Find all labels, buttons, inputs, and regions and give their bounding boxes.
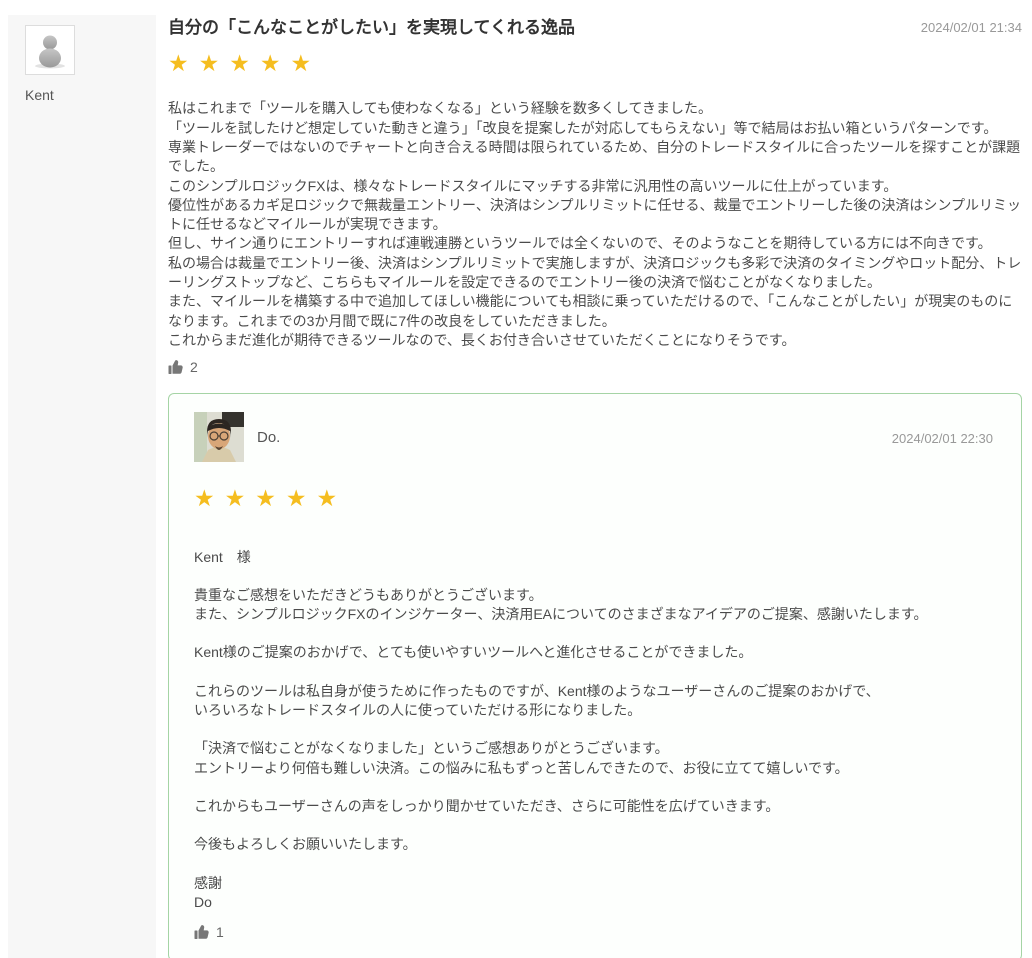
portrait-photo-icon (194, 412, 244, 463)
reviewer-name: Kent (25, 87, 54, 103)
reply-star-rating: ★★★★★ (194, 485, 348, 512)
review-title: 自分の「こんなことがしたい」を実現してくれる逸品 (168, 18, 575, 37)
reply-like-button[interactable]: 1 (194, 924, 993, 940)
reply-author-name: Do. (257, 428, 281, 446)
reply-like-count: 1 (216, 924, 224, 941)
reply-paragraph: これからもユーザーさんの声をしっかり聞かせていただき、さらに可能性を広げていきま… (194, 797, 780, 814)
review-thread: Kent 自分の「こんなことがしたい」を実現してくれる逸品 2024/02/01… (0, 0, 1032, 958)
review-timestamp: 2024/02/01 21:34 (920, 20, 1022, 35)
reply-paragraph: Kent様のご提案のおかげで、とても使いやすいツールへと進化させることができまし… (194, 644, 753, 661)
reply-paragraph: 貴重なご感想をいただきどうもありがとうございます。 また、シンプルロジックFXの… (194, 586, 928, 623)
reply-timestamp: 2024/02/01 22:30 (891, 431, 993, 447)
reply-box: Do. 2024/02/01 22:30 ★★★★★ Kent 様 貴重なご感想… (168, 393, 1022, 958)
review-main: 自分の「こんなことがしたい」を実現してくれる逸品 2024/02/01 21:3… (168, 15, 1022, 958)
reviewer-avatar (25, 25, 75, 75)
review-header: 自分の「こんなことがしたい」を実現してくれる逸品 2024/02/01 21:3… (168, 17, 1022, 39)
reply-body: Kent 様 貴重なご感想をいただきどうもありがとうございます。 また、シンプル… (194, 548, 993, 913)
review-like-button[interactable]: 2 (168, 359, 1022, 375)
reply-paragraph: これらのツールは私自身が使うために作ったものですが、Kent様のようなユーザーさ… (194, 682, 880, 719)
review-star-rating: ★★★★★ (168, 50, 322, 77)
person-silhouette-icon (26, 35, 74, 78)
thumbs-up-icon (194, 924, 210, 940)
reply-author-avatar (194, 412, 244, 463)
reply-header: Do. 2024/02/01 22:30 (194, 412, 993, 463)
reviewer-sidebar: Kent (8, 15, 156, 958)
reply-paragraph: 今後もよろしくお願いいたします。 (194, 836, 417, 853)
review-like-count: 2 (190, 359, 198, 376)
reply-paragraph: 「決済で悩むことがなくなりました」というご感想ありがとうございます。 エントリー… (194, 740, 849, 776)
review-body-text: 私はこれまで「ツールを購入しても使わなくなる」という経験を数多くしてきました。 … (168, 100, 1022, 348)
thumbs-up-icon (168, 359, 184, 375)
reply-greeting: Kent 様 (194, 548, 251, 565)
reply-signature: 感謝 Do (194, 874, 222, 910)
